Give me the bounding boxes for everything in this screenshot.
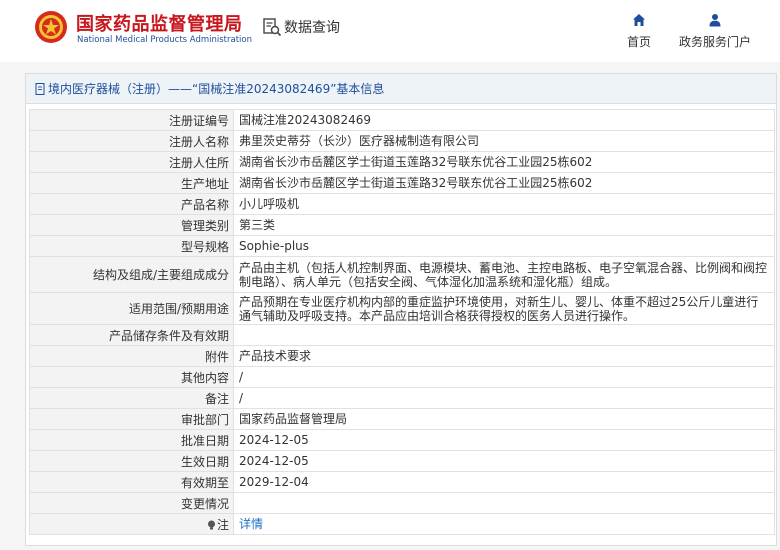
lightbulb-icon (207, 520, 215, 529)
row-label: 注册证编号 (29, 109, 234, 131)
row-value: 2024-12-05 (233, 429, 775, 451)
row-value: 国械注准20243082469 (233, 109, 775, 131)
row-label: 审批部门 (29, 408, 234, 430)
row-value (233, 324, 775, 346)
table-row: 产品储存条件及有效期 (29, 324, 775, 346)
row-label: 生产地址 (29, 172, 234, 194)
row-value: 弗里茨史蒂芬（长沙）医疗器械制造有限公司 (233, 130, 775, 152)
panel-title: 境内医疗器械（注册）——“国械注准20243082469”基本信息 (48, 82, 385, 96)
row-label: 变更情况 (29, 492, 234, 514)
row-label: 其他内容 (29, 366, 234, 388)
details-link[interactable]: 详情 (239, 517, 263, 531)
row-label: 备注 (29, 387, 234, 409)
brand-title-en: National Medical Products Administration (77, 35, 252, 45)
detail-panel: 境内医疗器械（注册）——“国械注准20243082469”基本信息 注册证编号国… (25, 73, 777, 546)
data-query-link[interactable]: 数据查询 (262, 17, 340, 37)
site-header: 国家药品监督管理局 National Medical Products Admi… (0, 0, 780, 62)
row-label-note: 注 (29, 513, 234, 535)
row-label: 生效日期 (29, 450, 234, 472)
table-row: 审批部门 国家药品监督管理局 (29, 408, 775, 430)
row-value: 小儿呼吸机 (233, 193, 775, 215)
data-query-label: 数据查询 (284, 20, 340, 36)
user-icon (709, 14, 721, 27)
home-icon (633, 14, 645, 26)
national-emblem-logo (35, 11, 67, 43)
registration-info-table: 注册证编号 国械注准20243082469 注册人名称 弗里茨史蒂芬（长沙）医疗器械制… (29, 109, 775, 535)
row-value: / (233, 366, 775, 388)
row-label: 有效期至 (29, 471, 234, 493)
row-value: 湖南省长沙市岳麓区学士街道玉莲路32号联东优谷工业园25栋602 (233, 172, 775, 194)
row-value: / (233, 387, 775, 409)
table-row: 结构及组成/主要组成成分 产品由主机（包括人机控制界面、电源模块、蓄电池、主控电路… (29, 256, 775, 293)
table-row: 附件 产品技术要求 (29, 345, 775, 367)
row-value: 产品预期在专业医疗机构内部的重症监护环境使用，对新生儿、婴儿、体重不超过25公斤… (233, 292, 775, 325)
table-row: 注册证编号 国械注准20243082469 (29, 109, 775, 131)
document-icon (35, 82, 45, 95)
table-row-note: 注 详情 (29, 513, 775, 535)
row-label: 适用范围/预期用途 (29, 292, 234, 325)
row-value: 2024-12-05 (233, 450, 775, 472)
table-row: 产品名称 小儿呼吸机 (29, 193, 775, 215)
nav-home[interactable]: 首页 (624, 13, 654, 50)
row-label: 管理类别 (29, 214, 234, 236)
row-label: 型号规格 (29, 235, 234, 257)
nav-home-label: 首页 (626, 35, 651, 49)
table-row: 注册人住所 湖南省长沙市岳麓区学士街道玉莲路32号联东优谷工业园25栋602 (29, 151, 775, 173)
table-row: 型号规格 Sophie-plus (29, 235, 775, 257)
table-row: 生产地址 湖南省长沙市岳麓区学士街道玉莲路32号联东优谷工业园25栋602 (29, 172, 775, 194)
table-row: 备注 / (29, 387, 775, 409)
row-label: 注册人名称 (29, 130, 234, 152)
row-label: 产品储存条件及有效期 (29, 324, 234, 346)
brand-title-cn: 国家药品监督管理局 (76, 14, 243, 35)
row-value: 湖南省长沙市岳麓区学士街道玉莲路32号联东优谷工业园25栋602 (233, 151, 775, 173)
table-row: 变更情况 (29, 492, 775, 514)
table-row: 有效期至 2029-12-04 (29, 471, 775, 493)
row-value: 2029-12-04 (233, 471, 775, 493)
row-value (233, 492, 775, 514)
row-value: 国家药品监督管理局 (233, 408, 775, 430)
table-row: 其他内容 / (29, 366, 775, 388)
table-row: 批准日期 2024-12-05 (29, 429, 775, 451)
row-value: Sophie-plus (233, 235, 775, 257)
table-row: 适用范围/预期用途 产品预期在专业医疗机构内部的重症监护环境使用，对新生儿、婴儿、… (29, 292, 775, 325)
table-row: 注册人名称 弗里茨史蒂芬（长沙）医疗器械制造有限公司 (29, 130, 775, 152)
table-row: 管理类别 第三类 (29, 214, 775, 236)
data-search-icon (263, 18, 282, 37)
row-value-note: 详情 (233, 513, 775, 535)
row-label: 结构及组成/主要组成成分 (29, 256, 234, 293)
panel-title-bar: 境内医疗器械（注册）——“国械注准20243082469”基本信息 (26, 74, 776, 104)
row-value: 产品由主机（包括人机控制界面、电源模块、蓄电池、主控电路板、电子空氧混合器、比例… (233, 256, 775, 293)
nav-gov-services-label: 政务服务门户 (678, 35, 751, 49)
table-row: 生效日期 2024-12-05 (29, 450, 775, 472)
row-label: 批准日期 (29, 429, 234, 451)
row-label: 附件 (29, 345, 234, 367)
row-value: 产品技术要求 (233, 345, 775, 367)
row-value: 第三类 (233, 214, 775, 236)
row-label: 产品名称 (29, 193, 234, 215)
nav-gov-services[interactable]: 政务服务门户 (676, 13, 754, 50)
row-label: 注册人住所 (29, 151, 234, 173)
